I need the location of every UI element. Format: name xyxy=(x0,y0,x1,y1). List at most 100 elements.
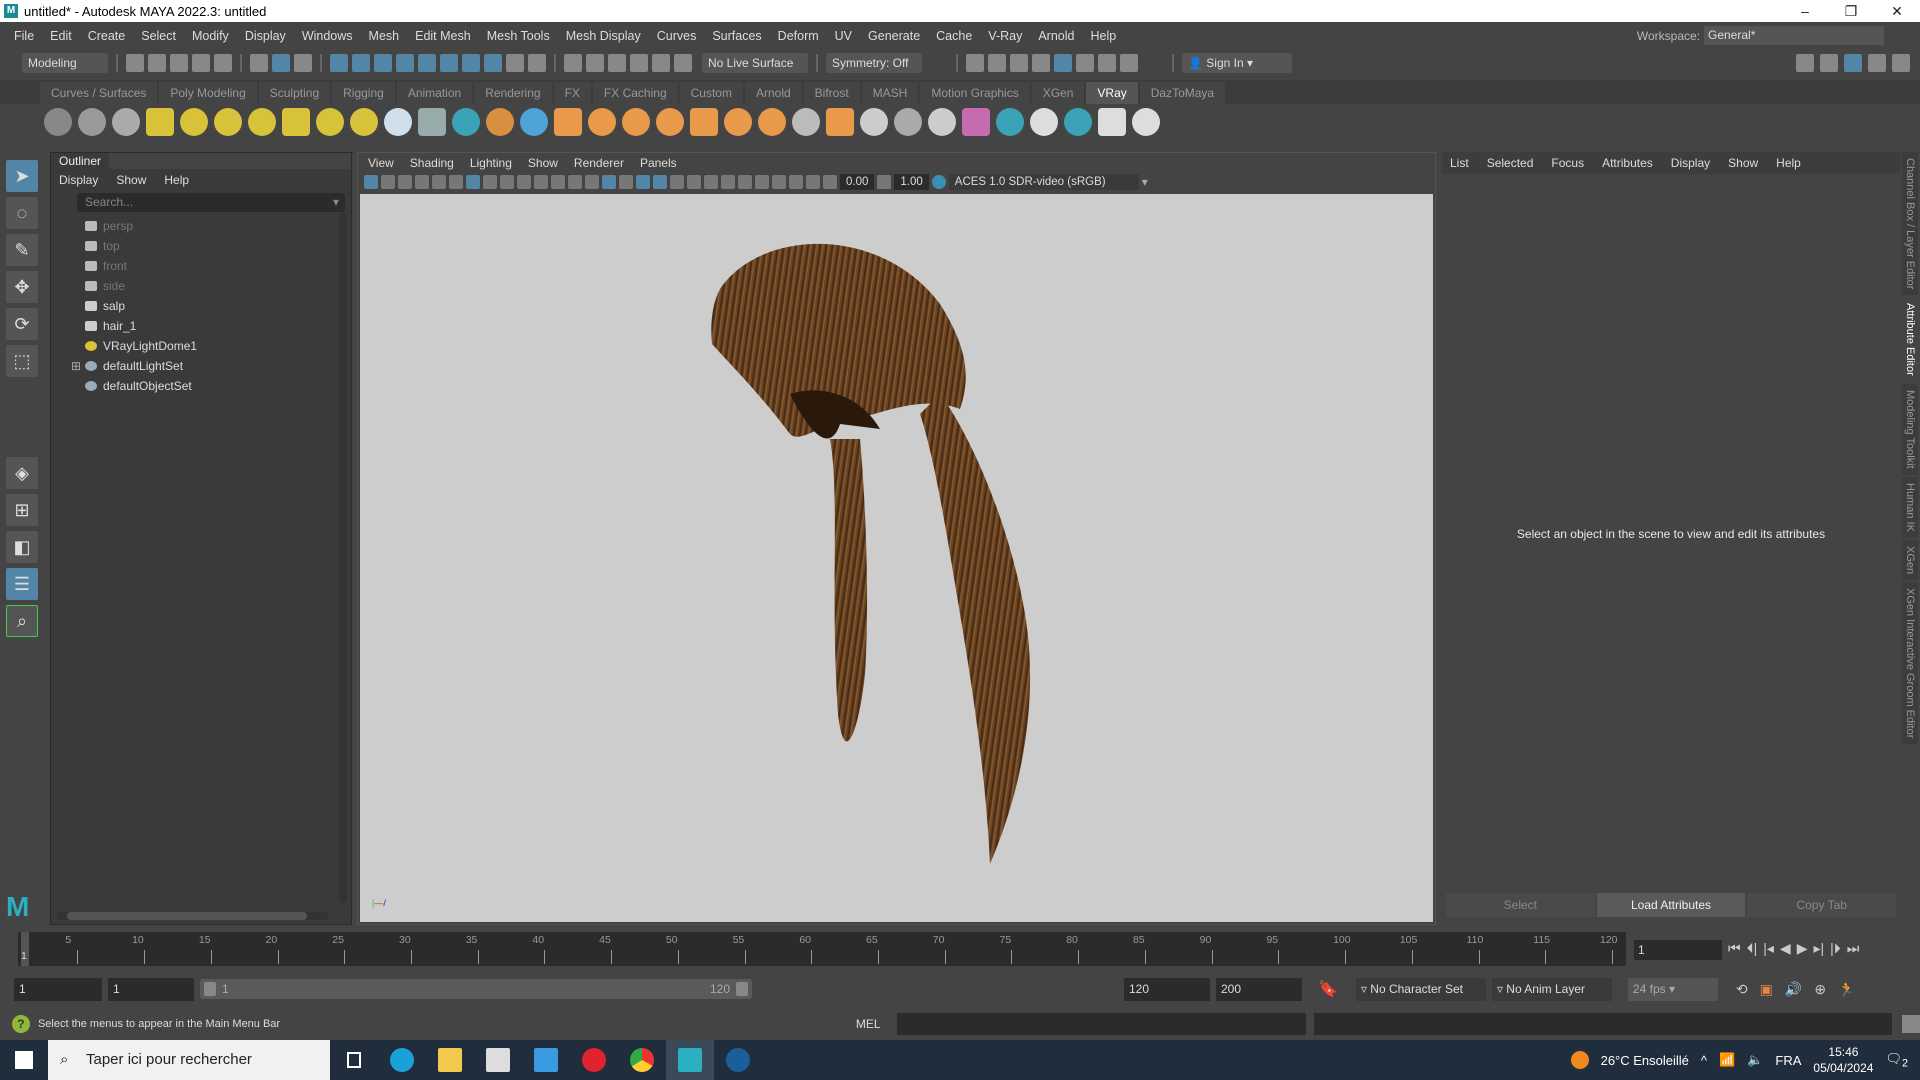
save-scene-icon[interactable] xyxy=(170,54,188,72)
menu-deform[interactable]: Deform xyxy=(770,29,827,43)
render-frame-icon[interactable] xyxy=(988,54,1006,72)
outliner-search-input[interactable]: Search... ▾ xyxy=(77,193,345,212)
film-gate-icon[interactable] xyxy=(483,175,497,189)
shelf-tool-icon[interactable] xyxy=(418,108,446,136)
anti-aliasing-icon[interactable] xyxy=(738,175,752,189)
3d-scene[interactable]: |—/ xyxy=(360,194,1433,922)
menu-curves[interactable]: Curves xyxy=(649,29,705,43)
shelf-tab-fx-caching[interactable]: FX Caching xyxy=(592,82,678,104)
cache-playback-icon[interactable]: ▣ xyxy=(1760,981,1773,998)
select-lock-icon[interactable] xyxy=(528,54,546,72)
outliner-item[interactable]: hair_1 xyxy=(51,316,351,336)
outliner-layout-icon[interactable]: ☰ xyxy=(6,568,38,600)
shelf-tool-icon[interactable] xyxy=(860,108,888,136)
motion-blur-icon[interactable] xyxy=(721,175,735,189)
minimize-button[interactable]: – xyxy=(1782,0,1828,22)
gamma-icon[interactable] xyxy=(877,175,892,189)
select-component-icon[interactable] xyxy=(294,54,312,72)
help-icon[interactable] xyxy=(484,54,502,72)
attribute-menu-focus[interactable]: Focus xyxy=(1551,156,1584,170)
shelf-tool-icon[interactable] xyxy=(78,108,106,136)
shelf-tool-icon[interactable] xyxy=(350,108,378,136)
chrome-app[interactable] xyxy=(618,1040,666,1080)
select-object-icon[interactable] xyxy=(272,54,290,72)
lasso-tool-icon[interactable]: ◌ xyxy=(6,197,38,229)
shelf-tool-icon[interactable] xyxy=(826,108,854,136)
history-options-icon[interactable] xyxy=(630,54,648,72)
snap-curve-icon[interactable] xyxy=(352,54,370,72)
default-material-icon[interactable] xyxy=(619,175,633,189)
range-start-handle[interactable] xyxy=(204,982,216,996)
bookmark-icon[interactable] xyxy=(398,175,412,189)
shelf-tab-arnold[interactable]: Arnold xyxy=(744,82,802,104)
side-tab-modeling-toolkit[interactable]: Modeling Toolkit xyxy=(1902,384,1918,475)
select-tool-icon[interactable]: ➤ xyxy=(6,160,38,192)
outliner-item[interactable]: defaultObjectSet xyxy=(51,376,351,396)
weather-text[interactable]: 26°C Ensoleillé xyxy=(1601,1053,1689,1068)
side-tab-xgen[interactable]: XGen xyxy=(1902,539,1918,580)
snap-point-icon[interactable] xyxy=(374,54,392,72)
chevron-down-icon[interactable]: ▾ xyxy=(333,193,339,212)
shelf-tab-animation[interactable]: Animation xyxy=(396,82,473,104)
shelf-tool-icon[interactable] xyxy=(996,108,1024,136)
time-slider[interactable]: 1 5 10 15 20 25 30 35 40 45 50 55 60 65 70 75 80 85 90 95 1… xyxy=(18,932,1626,966)
maximize-button[interactable]: ❐ xyxy=(1828,0,1874,22)
notifications-button[interactable]: 🗨2 xyxy=(1885,1051,1908,1070)
outliner-item[interactable]: side xyxy=(51,276,351,296)
outliner-title[interactable]: Outliner xyxy=(51,153,110,169)
menu-mesh[interactable]: Mesh xyxy=(361,29,408,43)
shelf-tab-curves-surfaces[interactable]: Curves / Surfaces xyxy=(40,82,158,104)
playback-button[interactable]: ◀ xyxy=(1780,940,1791,957)
viewport-menu-shading[interactable]: Shading xyxy=(410,156,454,170)
animation-end-field[interactable]: 200 xyxy=(1216,977,1302,1001)
copy-tab-button[interactable]: Copy Tab xyxy=(1747,893,1897,917)
safe-title-icon[interactable] xyxy=(568,175,582,189)
history-refresh-icon[interactable] xyxy=(674,54,692,72)
shelf-tool-icon[interactable] xyxy=(758,108,786,136)
animation-preferences-icon[interactable]: 🏃 xyxy=(1838,981,1855,998)
ipr-render-icon[interactable] xyxy=(1010,54,1028,72)
playback-end-field[interactable]: 120 xyxy=(1124,977,1210,1001)
shelf-tool-icon[interactable] xyxy=(1064,108,1092,136)
menu-set-dropdown[interactable]: Modeling xyxy=(22,53,108,73)
shelf-tool-icon[interactable] xyxy=(554,108,582,136)
menu-display[interactable]: Display xyxy=(237,29,294,43)
symmetry-dropdown[interactable]: Symmetry: Off xyxy=(826,53,922,73)
snap-live-icon[interactable] xyxy=(462,54,480,72)
shelf-tool-icon[interactable] xyxy=(962,108,990,136)
isolate-select-icon[interactable] xyxy=(755,175,769,189)
mail-app[interactable] xyxy=(522,1040,570,1080)
render-view-icon[interactable] xyxy=(966,54,984,72)
volume-icon[interactable]: 🔈 xyxy=(1747,1052,1763,1068)
tool-settings-icon[interactable] xyxy=(1868,54,1886,72)
four-view-layout-icon[interactable]: ⊞ xyxy=(6,494,38,526)
resolution-gate-icon[interactable] xyxy=(500,175,514,189)
viewport-menu-renderer[interactable]: Renderer xyxy=(574,156,624,170)
shelf-tab-bifrost[interactable]: Bifrost xyxy=(803,82,860,104)
menu-mesh-display[interactable]: Mesh Display xyxy=(558,29,649,43)
shelf-tab-xgen[interactable]: XGen xyxy=(1031,82,1085,104)
clock[interactable]: 15:46 05/04/2024 xyxy=(1813,1044,1873,1076)
xray-icon[interactable] xyxy=(772,175,786,189)
taskbar-search-input[interactable]: ⌕ Taper ici pour rechercher xyxy=(48,1040,330,1080)
gamma-field[interactable]: 1.00 xyxy=(894,174,929,190)
command-input[interactable] xyxy=(896,1013,1306,1035)
color-management-icon[interactable] xyxy=(931,175,946,189)
exposure-field[interactable]: 0.00 xyxy=(840,174,875,190)
playback-button[interactable]: ⏮ xyxy=(1728,940,1741,957)
side-tab-human-ik[interactable]: Human IK xyxy=(1902,476,1918,538)
shelf-tool-icon[interactable] xyxy=(112,108,140,136)
sign-in-button[interactable]: 👤 Sign In ▾ xyxy=(1182,53,1292,73)
snap-vertex-icon[interactable] xyxy=(440,54,458,72)
modeling-toolkit-icon[interactable] xyxy=(1796,54,1814,72)
viewport-menu-lighting[interactable]: Lighting xyxy=(470,156,512,170)
outliner-menu-show[interactable]: Show xyxy=(116,173,146,187)
ambient-occlusion-icon[interactable] xyxy=(704,175,718,189)
playback-button[interactable]: |⏵ xyxy=(1830,940,1841,957)
wireframe-icon[interactable] xyxy=(585,175,599,189)
menu-create[interactable]: Create xyxy=(80,29,134,43)
attribute-menu-list[interactable]: List xyxy=(1450,156,1469,170)
animation-start-field[interactable]: 1 xyxy=(14,977,102,1001)
menu-v-ray[interactable]: V-Ray xyxy=(980,29,1030,43)
playback-button[interactable]: ▶ xyxy=(1797,940,1808,957)
